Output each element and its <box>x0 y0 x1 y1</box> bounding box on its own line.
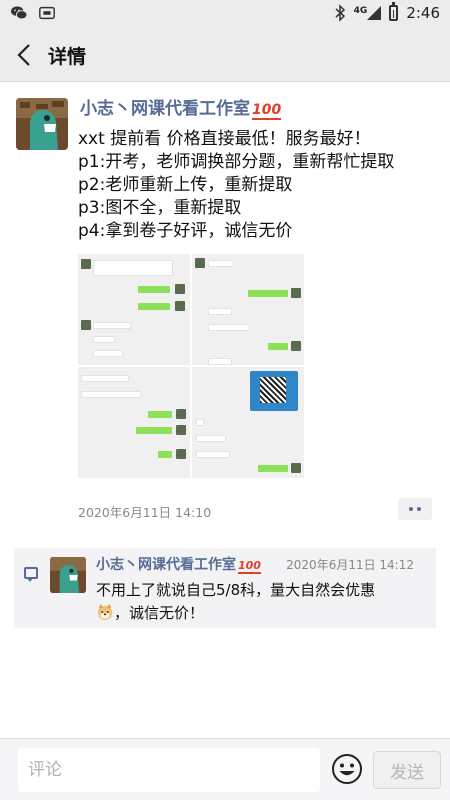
chat-bubble <box>208 308 232 315</box>
comment-section: 小志丶网课代看工作室 100 2020年6月11日 14:12 不用上了就说自己5… <box>14 548 436 628</box>
status-left <box>10 5 56 21</box>
chat-avatar <box>195 258 205 268</box>
comment-timestamp: 2020年6月11日 14:12 <box>286 558 414 572</box>
chat-bubble <box>158 451 172 458</box>
comment-input-bar: 发送 <box>0 738 450 800</box>
commenter-name-text: 小志丶网课代看工作室 <box>96 557 236 573</box>
comment-line-2: ，诚信无价！ <box>96 602 426 625</box>
post-line: xxt 提前看 价格直接最低！服务最好！ <box>78 129 371 149</box>
dot-icon <box>409 507 413 511</box>
network-type-label: 4G <box>353 6 368 16</box>
post-text: xxt 提前看 价格直接最低！服务最好！ p1:开考，老师调换部分题，重新帮忙提… <box>78 128 448 243</box>
comment-input[interactable] <box>18 748 320 792</box>
post-line: p4:拿到卷子好评，诚信无价 <box>78 221 293 241</box>
post-line: p1:开考，老师调换部分题，重新帮忙提取 <box>78 152 395 172</box>
chat-bubble <box>248 290 288 297</box>
post-line: p2:老师重新上传，重新提取 <box>78 175 293 195</box>
chat-avatar <box>291 463 301 473</box>
sim-card-icon <box>39 6 55 20</box>
back-icon[interactable] <box>10 40 38 70</box>
hundred-points-emoji: 100 <box>238 559 261 574</box>
chat-screenshot-4[interactable] <box>192 367 304 478</box>
chat-bubble <box>138 286 170 293</box>
wechat-icon <box>11 6 28 20</box>
status-time: 2:46 <box>406 4 440 22</box>
chat-bubble <box>93 336 115 343</box>
comment-line-text: ，诚信无价！ <box>114 604 205 622</box>
chat-bubble <box>81 391 141 398</box>
chat-bubble <box>208 324 250 331</box>
status-bar: 4G 2:46 <box>0 0 450 28</box>
chat-screenshot-2[interactable] <box>192 254 304 365</box>
chat-bubble <box>138 303 170 310</box>
more-options-button[interactable] <box>398 498 432 520</box>
emoji-smile-icon[interactable] <box>331 753 363 785</box>
chat-screenshot-1[interactable] <box>78 254 190 365</box>
chat-bubble <box>136 427 172 434</box>
chat-bubble <box>208 260 234 267</box>
chat-avatar <box>176 409 186 419</box>
signal-4g-icon: 4G <box>354 6 382 20</box>
chat-avatar <box>291 341 301 351</box>
chat-bubble <box>268 343 288 350</box>
qr-code-image <box>250 371 298 411</box>
chat-bubble <box>196 451 230 458</box>
chat-avatar <box>175 301 185 311</box>
hundred-points-emoji: 100 <box>252 102 282 120</box>
post-line: p3:图不全，重新提取 <box>78 198 242 218</box>
post-timestamp: 2020年6月11日 14:10 <box>78 505 212 520</box>
bluetooth-icon <box>335 4 345 22</box>
doge-emoji-icon <box>97 603 113 621</box>
chat-avatar <box>175 284 185 294</box>
chat-bubble <box>81 375 129 382</box>
comment-line: 不用上了就说自己5/8科，量大自然会优惠 <box>96 581 376 599</box>
comment-text: 不用上了就说自己5/8科，量大自然会优惠 ，诚信无价！ <box>96 579 426 625</box>
title-bar: 详情 <box>0 28 450 82</box>
chat-avatar <box>81 320 91 330</box>
chat-bubble <box>208 358 232 365</box>
chat-bubble <box>148 411 172 418</box>
author-name[interactable]: 小志丶网课代看工作室 100 <box>80 94 282 120</box>
commenter-name[interactable]: 小志丶网课代看工作室 100 <box>96 554 261 574</box>
send-button[interactable]: 发送 <box>373 751 441 789</box>
chat-screenshot-3[interactable] <box>78 367 190 478</box>
chat-bubble <box>93 322 131 329</box>
chat-bubble <box>196 419 204 426</box>
chat-bubble <box>93 350 123 357</box>
page-title: 详情 <box>48 46 87 68</box>
author-name-text: 小志丶网课代看工作室 <box>80 99 250 119</box>
chat-avatar <box>176 425 186 435</box>
commenter-avatar[interactable] <box>50 557 86 593</box>
dot-icon <box>417 507 421 511</box>
chat-avatar <box>291 288 301 298</box>
battery-icon <box>389 2 399 21</box>
comment-icon <box>24 567 38 582</box>
chat-bubble <box>196 435 226 442</box>
chat-avatar <box>176 449 186 459</box>
status-right: 4G 2:46 <box>334 2 440 22</box>
author-avatar[interactable] <box>16 98 68 150</box>
image-grid <box>78 254 304 478</box>
chat-bubble <box>258 465 288 472</box>
chat-bubble <box>93 260 173 276</box>
chat-avatar <box>81 259 91 269</box>
moment-post: 小志丶网课代看工作室 100 xxt 提前看 价格直接最低！服务最好！ p1:开考… <box>0 82 450 537</box>
